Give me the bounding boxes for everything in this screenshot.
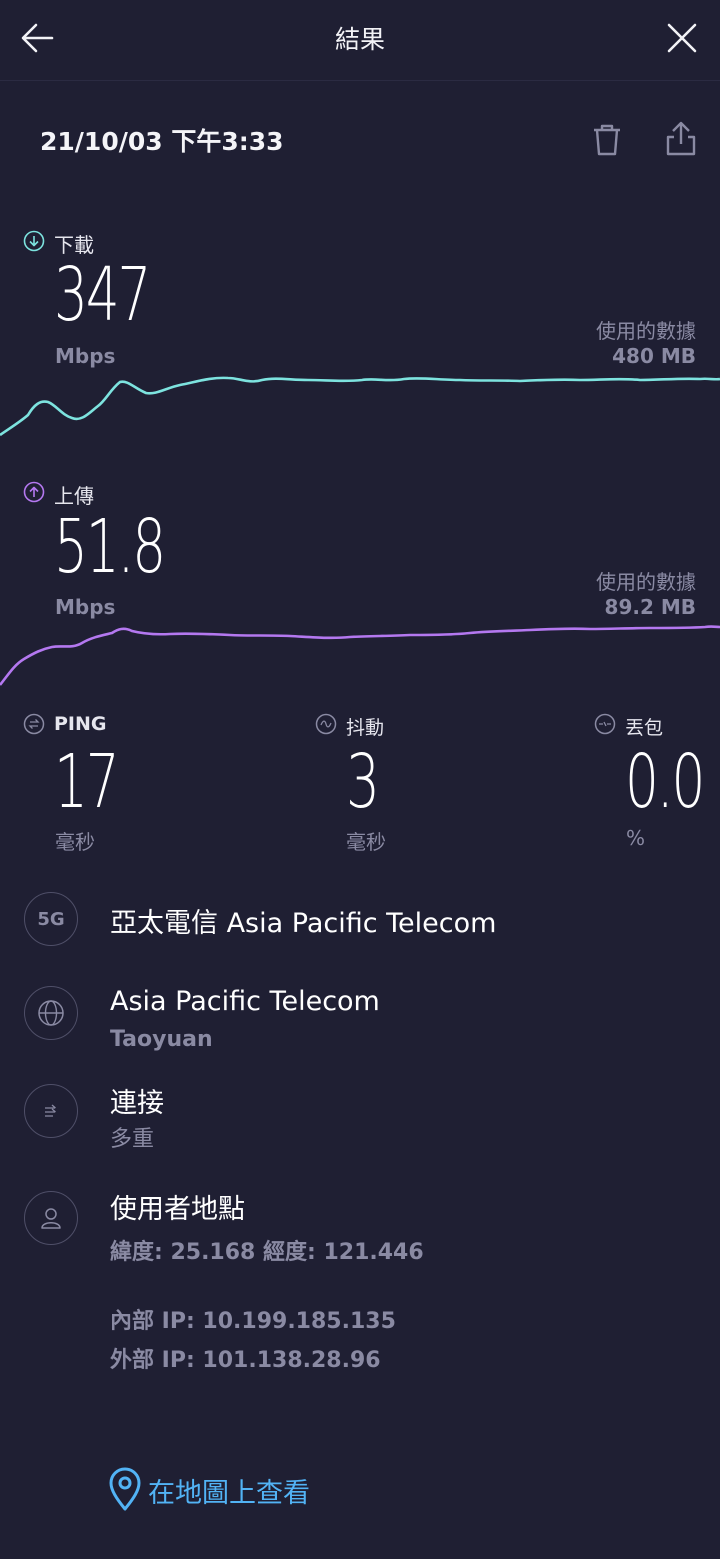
- external-ip: 外部 IP: 101.138.28.96: [110, 1348, 381, 1373]
- packet-loss-unit: %: [626, 826, 646, 850]
- packet-loss-value: 0.0: [625, 739, 705, 825]
- close-icon: [667, 23, 697, 53]
- delete-button[interactable]: [588, 120, 626, 160]
- view-on-map-link[interactable]: 在地圖上查看: [106, 1466, 310, 1514]
- upload-icon: [23, 481, 45, 503]
- close-button[interactable]: [662, 18, 702, 58]
- jitter-icon: [315, 713, 337, 735]
- user-coordinates: 緯度: 25.168 經度: 121.446: [110, 1240, 424, 1265]
- trash-icon: [594, 124, 620, 156]
- download-graph: [0, 376, 720, 437]
- user-icon-svg: [41, 1208, 61, 1229]
- upload-value: 51.8: [54, 504, 166, 590]
- view-on-map-label: 在地圖上查看: [148, 1477, 310, 1509]
- share-icon: [666, 121, 696, 156]
- download-value: 347: [54, 252, 151, 338]
- jitter-value: 3: [346, 739, 380, 825]
- download-data-used-label: 使用的數據: [596, 319, 696, 343]
- connection-label: 連接: [110, 1088, 164, 1119]
- upload-data-used-label: 使用的數據: [596, 570, 696, 594]
- carrier-name: 亞太電信 Asia Pacific Telecom: [110, 908, 497, 939]
- ping-icon: [23, 713, 45, 735]
- globe-icon: [24, 986, 78, 1040]
- network-type-icon: 5G: [24, 892, 78, 946]
- internal-ip: 內部 IP: 10.199.185.135: [110, 1309, 396, 1334]
- server-location: Taoyuan: [110, 1027, 213, 1052]
- network-type-badge: 5G: [37, 908, 65, 930]
- globe-icon-svg: [38, 1000, 64, 1026]
- connection-value: 多重: [110, 1127, 155, 1152]
- download-icon: [23, 230, 45, 252]
- page-title: 結果: [334, 25, 385, 54]
- ping-label: PING: [54, 713, 107, 735]
- packet-loss-label: 丟包: [625, 717, 664, 739]
- connections-icon-svg: [45, 1104, 56, 1117]
- map-pin-icon: [109, 1467, 141, 1511]
- ping-value: 17: [54, 739, 120, 825]
- packet-loss-icon: [594, 713, 616, 735]
- connections-icon: [24, 1084, 78, 1138]
- user-icon: [24, 1191, 78, 1245]
- server-name: Asia Pacific Telecom: [110, 986, 380, 1017]
- result-datetime: 21/10/03 下午3:33: [40, 127, 284, 156]
- user-location-label: 使用者地點: [110, 1194, 245, 1225]
- upload-graph: [0, 625, 720, 686]
- share-button[interactable]: [662, 118, 700, 160]
- jitter-unit: 毫秒: [346, 830, 386, 854]
- ping-unit: 毫秒: [55, 830, 95, 854]
- jitter-label: 抖動: [346, 717, 385, 739]
